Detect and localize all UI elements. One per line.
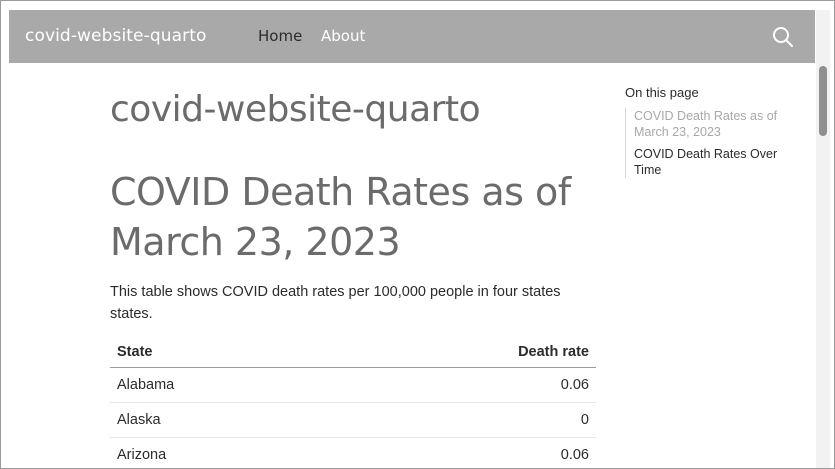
death-rates-table: State Death rate Alabama 0.06 Alaska 0 A… [110, 337, 596, 468]
header-state: State [117, 344, 153, 360]
scrollbar-thumb[interactable] [819, 66, 827, 136]
intro-paragraph: This table shows COVID death rates per 1… [110, 284, 561, 322]
site-brand-link[interactable]: covid-website-quarto [25, 10, 207, 63]
search-button[interactable] [771, 25, 795, 49]
toc-item-death-rates-march[interactable]: COVID Death Rates as of March 23, 2023 [634, 108, 807, 140]
death-rate-cell: 0.06 [560, 447, 589, 463]
toc-item-death-rates-over-time[interactable]: COVID Death Rates Over Time [634, 146, 807, 178]
table-row: Arizona 0.06 [110, 438, 596, 468]
nav-about-link[interactable]: About [321, 10, 365, 63]
header-death-rate: Death rate [518, 344, 589, 360]
death-rate-cell: 0 [580, 412, 589, 428]
toc-list: COVID Death Rates as of March 23, 2023 C… [625, 108, 807, 178]
table-row: Alaska 0 [110, 403, 596, 438]
section-heading: COVID Death Rates as of March 23, 2023 [110, 170, 571, 264]
vertical-scrollbar[interactable] [816, 10, 830, 468]
death-rate-cell: 0.06 [560, 377, 589, 393]
nav-home-link[interactable]: Home [258, 10, 302, 63]
table-row: Alabama 0.06 [110, 368, 596, 403]
search-icon [773, 27, 793, 47]
page-title: covid-website-quarto [110, 89, 481, 130]
state-cell: Alabama [117, 377, 175, 393]
state-cell: Arizona [117, 447, 167, 463]
table-of-contents: On this page COVID Death Rates as of Mar… [625, 85, 807, 184]
state-cell: Alaska [117, 412, 161, 428]
table-header-row: State Death rate [110, 337, 596, 368]
toc-title: On this page [625, 85, 699, 100]
browser-viewport: covid-website-quarto Home About covid-we… [0, 0, 835, 469]
navbar: covid-website-quarto Home About [9, 10, 815, 63]
